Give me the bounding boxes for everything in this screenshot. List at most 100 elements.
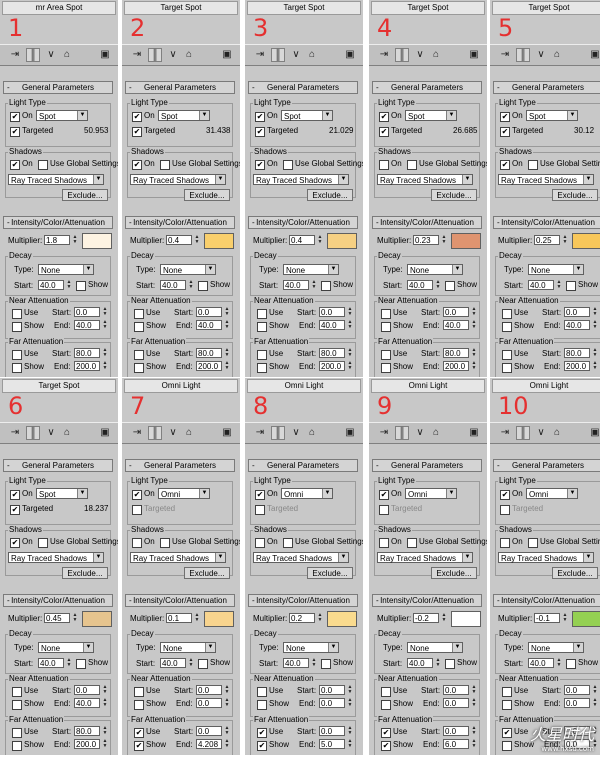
light-on-checkbox[interactable]: ✔ [379, 490, 389, 500]
show-end-result-icon[interactable]: ║ [395, 426, 409, 440]
far-end-input[interactable]: 200.0 [196, 361, 222, 371]
near-end-input[interactable]: 40.0 [74, 698, 100, 708]
near-start-input[interactable]: 0.0 [319, 685, 345, 695]
light-color-swatch[interactable] [82, 233, 112, 249]
use-global-settings-checkbox[interactable] [407, 538, 417, 548]
near-use-checkbox[interactable] [381, 687, 391, 697]
near-end-input[interactable]: 40.0 [564, 320, 590, 330]
far-show-checkbox[interactable] [257, 363, 267, 373]
far-start-input[interactable]: 80.0 [564, 348, 590, 358]
near-end-spinner[interactable]: ▲ ▼ [471, 320, 477, 330]
light-color-swatch[interactable] [572, 233, 600, 249]
far-start-spinner[interactable]: ▲ ▼ [471, 348, 477, 358]
light-on-checkbox[interactable]: ✔ [379, 112, 389, 122]
decay-start-spinner[interactable]: ▲ ▼ [66, 280, 72, 290]
pin-stack-icon[interactable]: ⇥ [8, 426, 22, 440]
multiplier-spinner[interactable]: ▲ ▼ [194, 235, 200, 245]
targeted-checkbox[interactable]: ✔ [132, 127, 142, 137]
near-start-input[interactable]: 0.0 [74, 307, 100, 317]
general-parameters-rollout[interactable]: - General Parameters [3, 81, 113, 94]
exclude-button[interactable]: Exclude... [307, 189, 353, 201]
targeted-checkbox[interactable]: ✔ [379, 127, 389, 137]
use-global-settings-checkbox[interactable] [38, 538, 48, 548]
intensity-color-attenuation-rollout[interactable]: - Intensity/Color/Attenuation [248, 216, 358, 229]
far-show-checkbox[interactable] [502, 363, 512, 373]
general-parameters-rollout[interactable]: - General Parameters [372, 459, 482, 472]
decay-show-checkbox[interactable] [76, 659, 86, 669]
make-unique-icon[interactable]: ∨ [166, 426, 180, 440]
far-start-input[interactable]: 80.0 [196, 348, 222, 358]
decay-type-dropdown[interactable]: None ▼ [38, 264, 94, 275]
near-start-input[interactable]: 0.0 [196, 307, 222, 317]
shadow-type-dropdown[interactable]: Ray Traced Shadows ▼ [130, 552, 226, 563]
pin-stack-icon[interactable]: ⇥ [130, 48, 144, 62]
object-name-field[interactable]: Target Spot [371, 1, 485, 15]
general-parameters-rollout[interactable]: - General Parameters [372, 81, 482, 94]
decay-start-input[interactable]: 40.0 [528, 280, 554, 290]
near-start-spinner[interactable]: ▲ ▼ [347, 307, 353, 317]
remove-modifier-icon[interactable]: ⌂ [182, 48, 196, 62]
near-end-spinner[interactable]: ▲ ▼ [347, 320, 353, 330]
object-name-field[interactable]: Target Spot [247, 1, 361, 15]
general-parameters-rollout[interactable]: - General Parameters [493, 81, 600, 94]
configure-modifier-sets-icon[interactable]: ▣ [467, 426, 481, 440]
far-use-checkbox[interactable] [502, 350, 512, 360]
near-start-spinner[interactable]: ▲ ▼ [471, 685, 477, 695]
multiplier-input[interactable]: -0.2 [413, 613, 439, 623]
near-show-checkbox[interactable] [257, 700, 267, 710]
shadows-on-checkbox[interactable] [500, 538, 510, 548]
multiplier-input[interactable]: 0.1 [166, 613, 192, 623]
configure-modifier-sets-icon[interactable]: ▣ [98, 426, 112, 440]
light-type-dropdown[interactable]: Spot ▼ [526, 110, 578, 121]
near-start-input[interactable]: 0.0 [319, 307, 345, 317]
multiplier-spinner[interactable]: ▲ ▼ [441, 235, 447, 245]
configure-modifier-sets-icon[interactable]: ▣ [343, 426, 357, 440]
light-on-checkbox[interactable]: ✔ [255, 490, 265, 500]
decay-type-dropdown[interactable]: None ▼ [528, 264, 584, 275]
decay-start-spinner[interactable]: ▲ ▼ [556, 658, 562, 668]
light-type-dropdown[interactable]: Spot ▼ [158, 110, 210, 121]
targeted-checkbox[interactable]: ✔ [500, 127, 510, 137]
far-start-input[interactable]: 80.0 [74, 348, 100, 358]
far-show-checkbox[interactable] [502, 741, 512, 751]
light-color-swatch[interactable] [204, 611, 234, 627]
far-start-input[interactable]: 0.0 [196, 726, 222, 736]
far-use-checkbox[interactable] [12, 728, 22, 738]
decay-start-spinner[interactable]: ▲ ▼ [188, 658, 194, 668]
use-global-settings-checkbox[interactable] [283, 160, 293, 170]
near-end-input[interactable]: 0.0 [319, 698, 345, 708]
general-parameters-rollout[interactable]: - General Parameters [493, 459, 600, 472]
near-end-input[interactable]: 40.0 [319, 320, 345, 330]
far-start-spinner[interactable]: ▲ ▼ [347, 348, 353, 358]
far-end-spinner[interactable]: ▲ ▼ [224, 361, 230, 371]
shadows-on-checkbox[interactable] [255, 538, 265, 548]
multiplier-spinner[interactable]: ▲ ▼ [72, 235, 78, 245]
shadow-type-dropdown[interactable]: Ray Traced Shadows ▼ [8, 174, 104, 185]
make-unique-icon[interactable]: ∨ [166, 48, 180, 62]
decay-start-input[interactable]: 40.0 [528, 658, 554, 668]
targeted-checkbox[interactable]: ✔ [10, 127, 20, 137]
far-show-checkbox[interactable]: ✔ [257, 741, 267, 751]
far-end-input[interactable]: 5.0 [319, 739, 345, 749]
near-end-spinner[interactable]: ▲ ▼ [224, 320, 230, 330]
far-end-input[interactable]: 200.0 [74, 361, 100, 371]
far-use-checkbox[interactable]: ✔ [134, 728, 144, 738]
far-start-input[interactable]: 80.0 [443, 348, 469, 358]
decay-start-spinner[interactable]: ▲ ▼ [66, 658, 72, 668]
light-type-dropdown[interactable]: Omni ▼ [158, 488, 210, 499]
shadows-on-checkbox[interactable]: ✔ [255, 160, 265, 170]
remove-modifier-icon[interactable]: ⌂ [60, 426, 74, 440]
decay-type-dropdown[interactable]: None ▼ [160, 642, 216, 653]
near-end-spinner[interactable]: ▲ ▼ [471, 698, 477, 708]
decay-type-dropdown[interactable]: None ▼ [407, 264, 463, 275]
make-unique-icon[interactable]: ∨ [534, 426, 548, 440]
light-color-swatch[interactable] [451, 233, 481, 249]
light-color-swatch[interactable] [82, 611, 112, 627]
far-use-checkbox[interactable] [134, 350, 144, 360]
make-unique-icon[interactable]: ∨ [289, 48, 303, 62]
targeted-checkbox[interactable] [500, 505, 510, 515]
near-use-checkbox[interactable] [134, 687, 144, 697]
light-color-swatch[interactable] [451, 611, 481, 627]
exclude-button[interactable]: Exclude... [431, 189, 477, 201]
make-unique-icon[interactable]: ∨ [413, 426, 427, 440]
